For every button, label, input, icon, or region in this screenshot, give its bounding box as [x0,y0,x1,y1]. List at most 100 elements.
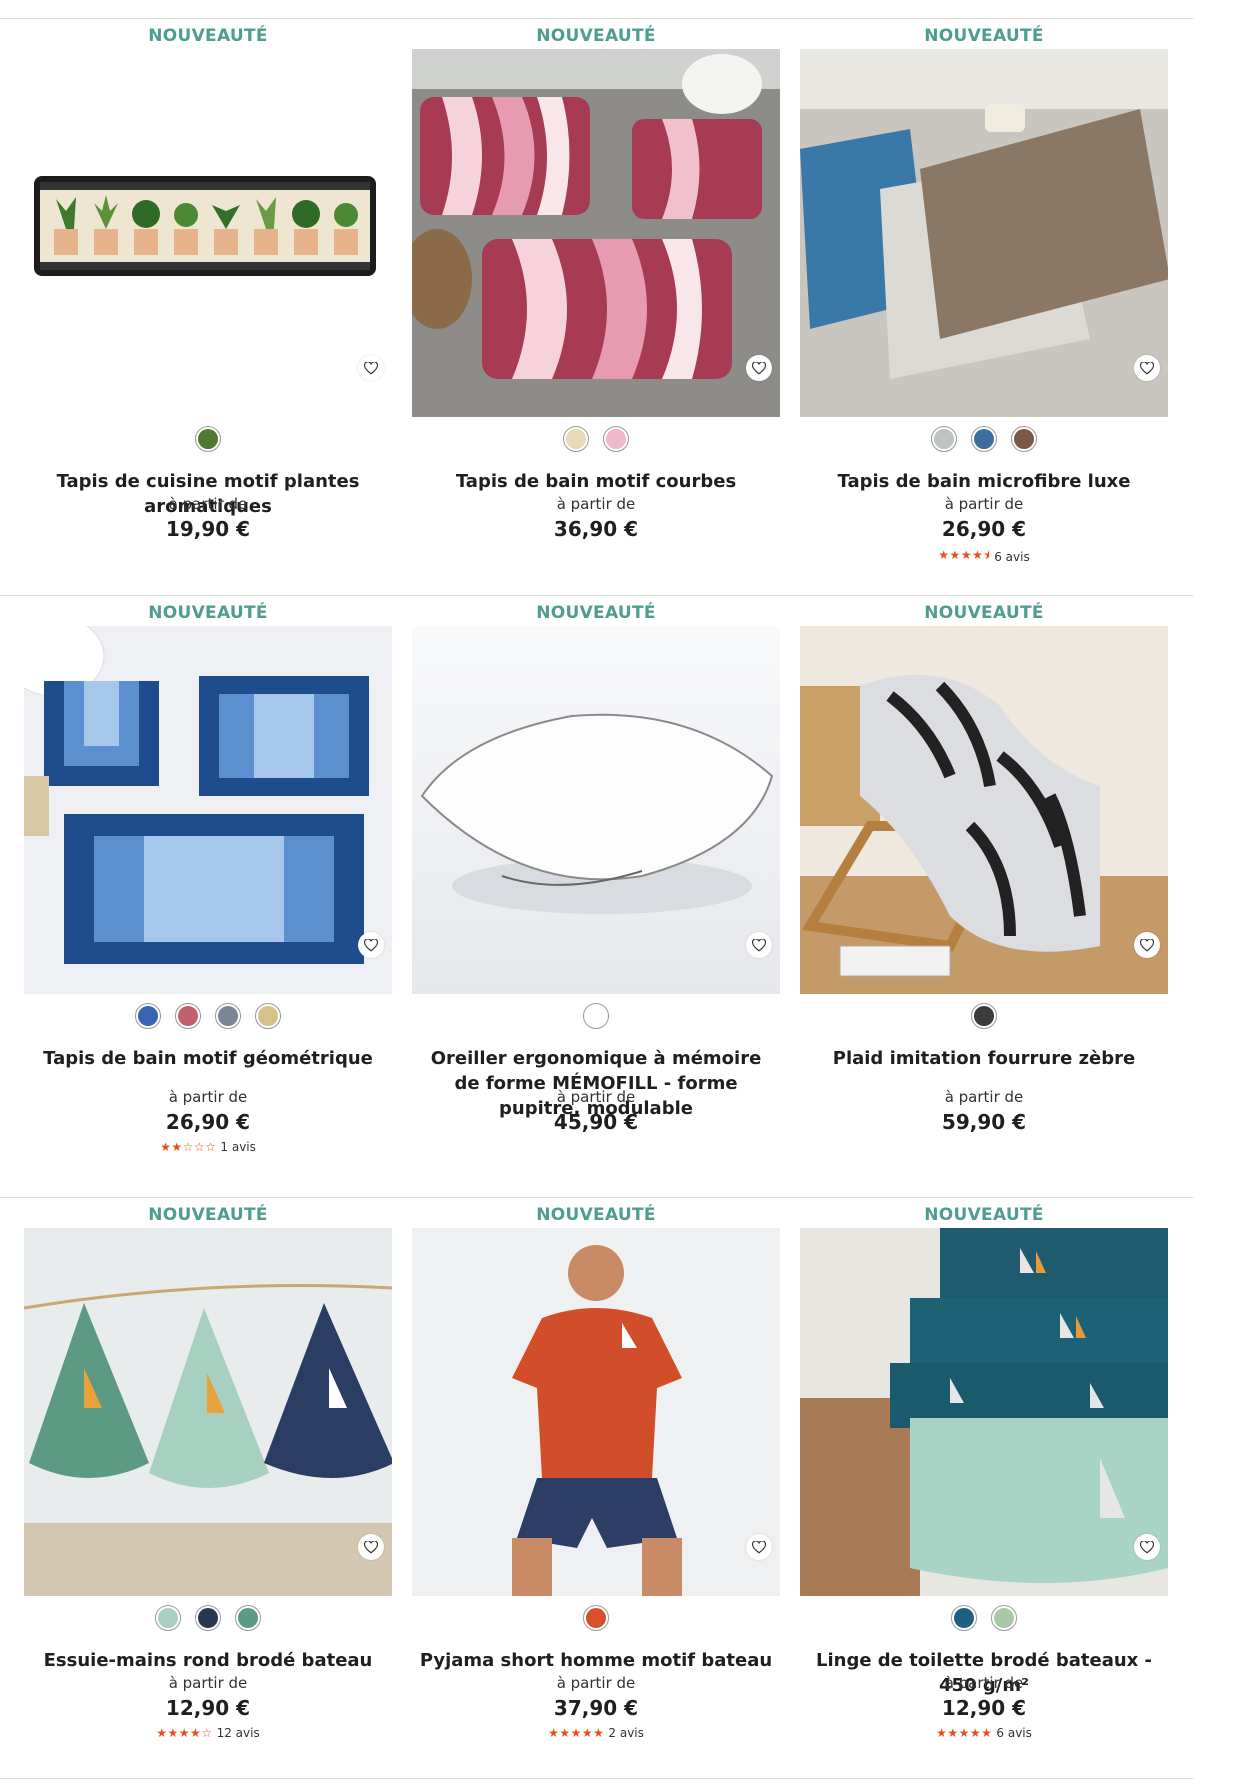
rating[interactable]: ★★★★★ 2 avis [412,1726,780,1740]
wishlist-heart-icon[interactable] [1134,932,1160,958]
color-swatch[interactable] [235,1605,261,1631]
product-image[interactable] [24,626,392,994]
color-swatch[interactable] [135,1003,161,1029]
product-price: 36,90 € [553,517,639,541]
rating-stars-icon: ★★★★⯨ [938,548,991,562]
product-row-1: NOUVEAUTÉ Tapis de cuisine motif plantes… [0,18,1193,595]
product-price: 45,90 € [553,1110,639,1134]
product-price: 59,90 € [941,1110,1027,1134]
review-count: 12 avis [216,1726,260,1740]
product-image[interactable] [800,1228,1168,1596]
review-count: 2 avis [608,1726,644,1740]
color-swatches [24,1605,392,1631]
color-swatch[interactable] [195,426,221,452]
new-badge: NOUVEAUTÉ [924,26,1044,46]
color-swatch[interactable] [155,1605,181,1631]
product-row-3: NOUVEAUTÉ Essuie-mains rond brodé bateau… [0,1197,1193,1774]
wishlist-heart-icon[interactable] [746,355,772,381]
product-price: 12,90 € [941,1696,1027,1720]
product-card-pyjama[interactable]: NOUVEAUTÉ Pyjama short homme motif batea… [412,1198,780,1774]
product-card-geometric-mat[interactable]: NOUVEAUTÉ Tapis de bain motif géométriqu… [24,596,392,1172]
review-count: 6 avis [996,1726,1032,1740]
rating[interactable]: ★★★★⯨ 6 avis [800,546,1168,567]
product-image[interactable] [800,49,1168,417]
color-swatches [24,1003,392,1029]
from-label: à partir de [168,1674,248,1692]
product-card-round-towel[interactable]: NOUVEAUTÉ Essuie-mains rond brodé bateau… [24,1198,392,1774]
color-swatch[interactable] [175,1003,201,1029]
color-swatches [412,426,780,452]
from-label: à partir de [556,1674,636,1692]
new-badge: NOUVEAUTÉ [924,603,1044,623]
product-title[interactable]: Essuie-mains rond brodé bateau [24,1648,392,1673]
product-image[interactable] [412,49,780,417]
color-swatch[interactable] [215,1003,241,1029]
wishlist-heart-icon[interactable] [746,1534,772,1560]
product-image[interactable] [412,1228,780,1596]
product-image[interactable] [800,626,1168,994]
rating[interactable]: ★★★★★ 6 avis [800,1726,1168,1740]
color-swatch[interactable] [583,1003,609,1029]
color-swatch[interactable] [255,1003,281,1029]
rating[interactable]: ★★☆☆☆ 1 avis [24,1140,392,1154]
color-swatch[interactable] [195,1605,221,1631]
wishlist-heart-icon[interactable] [1134,355,1160,381]
product-image[interactable] [24,1228,392,1596]
wishlist-heart-icon[interactable] [358,355,384,381]
product-image[interactable] [412,626,780,994]
product-title[interactable]: Pyjama short homme motif bateau [412,1648,780,1673]
product-title[interactable]: Plaid imitation fourrure zèbre [800,1046,1168,1071]
product-card-zebra-plaid[interactable]: NOUVEAUTÉ Plaid imitation fourrure zèbre [800,596,1168,1172]
color-swatch[interactable] [1011,426,1037,452]
product-row-4-divider [0,1778,1193,1789]
rating-stars-icon: ★★★★★ [548,1726,605,1740]
from-label: à partir de [556,495,636,513]
rating-stars-icon: ★★★★★ [936,1726,993,1740]
color-swatch[interactable] [991,1605,1017,1631]
color-swatches [24,426,392,452]
product-card-microfiber-mat[interactable]: NOUVEAUTÉ Tapis de bain microfibre luxe … [800,19,1168,595]
new-badge: NOUVEAUTÉ [924,1205,1044,1225]
new-badge: NOUVEAUTÉ [148,603,268,623]
review-count: 6 avis [994,549,1030,564]
product-title[interactable]: Tapis de bain microfibre luxe [800,469,1168,494]
color-swatch[interactable] [931,426,957,452]
new-badge: NOUVEAUTÉ [148,1205,268,1225]
from-label: à partir de [944,495,1024,513]
color-swatch[interactable] [971,1003,997,1029]
product-card-boat-towels[interactable]: NOUVEAUTÉ Linge de toilette brodé bateau… [800,1198,1168,1774]
product-card-bath-mat-curves[interactable]: NOUVEAUTÉ Tapis de bain motif courbes à … [412,19,780,595]
color-swatch[interactable] [603,426,629,452]
color-swatch[interactable] [971,426,997,452]
wishlist-heart-icon[interactable] [1134,1534,1160,1560]
product-title[interactable]: Tapis de bain motif géométrique [24,1046,392,1071]
from-label: à partir de [168,1088,248,1106]
new-badge: NOUVEAUTÉ [148,26,268,46]
rating-stars-icon: ★★★★☆ [156,1726,213,1740]
product-price: 26,90 € [165,1110,251,1134]
product-card-kitchen-mat[interactable]: NOUVEAUTÉ Tapis de cuisine motif plantes… [24,19,392,595]
wishlist-heart-icon[interactable] [358,932,384,958]
wishlist-heart-icon[interactable] [746,932,772,958]
from-label: à partir de [944,1088,1024,1106]
color-swatch[interactable] [563,426,589,452]
new-badge: NOUVEAUTÉ [536,603,656,623]
from-label: à partir de [944,1674,1024,1692]
product-image[interactable] [24,49,392,417]
product-card-pillow[interactable]: NOUVEAUTÉ Oreiller ergonomique à mémoire… [412,596,780,1172]
wishlist-heart-icon[interactable] [358,1534,384,1560]
product-row-2: NOUVEAUTÉ Tapis de bain motif géométriqu… [0,595,1193,1172]
color-swatch[interactable] [583,1605,609,1631]
color-swatches [800,426,1168,452]
new-badge: NOUVEAUTÉ [536,1205,656,1225]
color-swatch[interactable] [951,1605,977,1631]
product-price: 12,90 € [165,1696,251,1720]
product-title[interactable]: Tapis de bain motif courbes [412,469,780,494]
review-count: 1 avis [220,1140,256,1154]
product-price: 37,90 € [553,1696,639,1720]
rating-stars-icon: ★★☆☆☆ [160,1140,217,1154]
new-badge: NOUVEAUTÉ [536,26,656,46]
color-swatches [412,1003,780,1029]
color-swatches [800,1003,1168,1029]
rating[interactable]: ★★★★☆ 12 avis [24,1726,392,1740]
